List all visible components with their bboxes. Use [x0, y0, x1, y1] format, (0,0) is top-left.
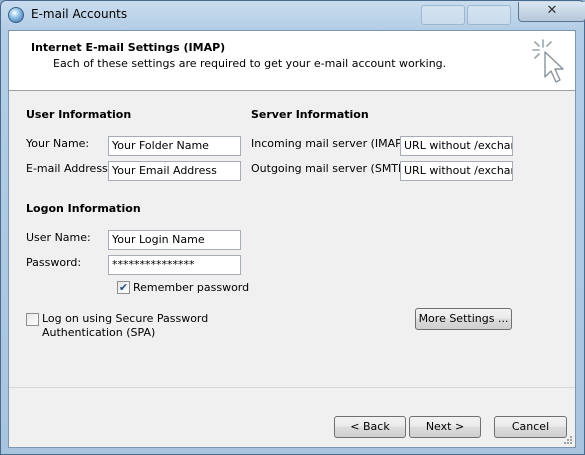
outgoing-server-label: Outgoing mail server (SMTP): — [251, 162, 413, 175]
outgoing-server-input[interactable]: URL without /exchange — [400, 161, 513, 181]
background-window-button — [467, 5, 511, 25]
next-button[interactable]: Next > — [409, 416, 481, 438]
page-subtitle: Each of these settings are required to g… — [53, 57, 447, 70]
password-input[interactable]: *************** — [108, 255, 241, 275]
background-window-button — [421, 5, 465, 25]
spa-checkbox[interactable] — [26, 313, 39, 326]
window-title: E-mail Accounts — [31, 7, 128, 21]
resize-grip-icon[interactable] — [563, 435, 573, 445]
server-information-heading: Server Information — [251, 108, 369, 121]
globe-icon — [8, 7, 24, 23]
incoming-server-label: Incoming mail server (IMAP): — [251, 137, 410, 150]
dialog-header: Internet E-mail Settings (IMAP) Each of … — [9, 31, 575, 91]
close-button[interactable]: ✕ — [518, 2, 585, 22]
user-name-label: User Name: — [26, 231, 91, 244]
your-name-label: Your Name: — [26, 137, 90, 150]
page-title: Internet E-mail Settings (IMAP) — [31, 41, 226, 54]
more-settings-button[interactable]: More Settings ... — [415, 308, 512, 330]
email-address-input[interactable]: Your Email Address — [108, 161, 241, 181]
cursor-click-icon — [532, 39, 564, 83]
email-accounts-window: E-mail Accounts ✕ Internet E-mail Settin… — [0, 0, 585, 455]
spa-label-line1[interactable]: Log on using Secure Password — [42, 312, 208, 325]
user-information-heading: User Information — [26, 108, 132, 121]
incoming-server-input[interactable]: URL without /exchange — [400, 136, 513, 156]
title-bar[interactable]: E-mail Accounts ✕ — [1, 1, 585, 29]
logon-information-heading: Logon Information — [26, 202, 141, 215]
user-name-input[interactable]: Your Login Name — [108, 230, 241, 250]
cancel-button[interactable]: Cancel — [494, 416, 567, 438]
your-name-input[interactable]: Your Folder Name — [108, 136, 241, 156]
dialog-client-area: Internet E-mail Settings (IMAP) Each of … — [8, 30, 576, 448]
remember-password-checkbox[interactable]: ✔ — [117, 281, 130, 294]
back-button[interactable]: < Back — [334, 416, 406, 438]
spa-label-line2[interactable]: Authentication (SPA) — [42, 326, 155, 339]
footer-divider — [9, 387, 575, 388]
email-address-label: E-mail Address: — [26, 162, 112, 175]
password-label: Password: — [26, 256, 82, 269]
remember-password-label[interactable]: Remember password — [133, 281, 249, 294]
